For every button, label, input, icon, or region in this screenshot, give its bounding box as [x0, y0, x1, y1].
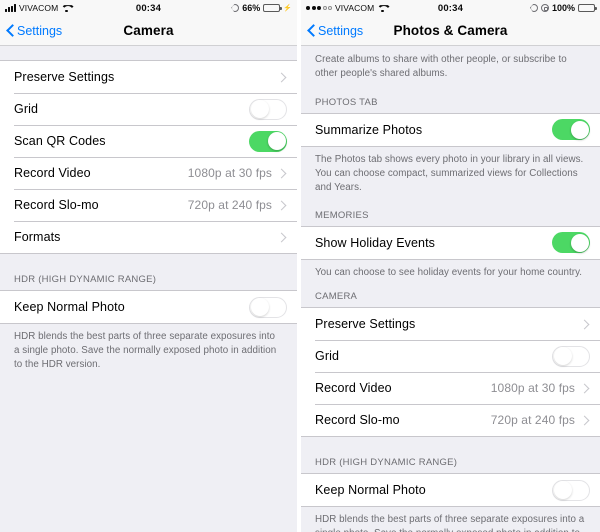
row-value: 720p at 240 fps	[490, 413, 575, 428]
keep-normal-photo-toggle[interactable]	[552, 479, 590, 501]
right-status-right: 100%	[451, 3, 597, 13]
memories-footnote: You can choose to see holiday events for…	[315, 266, 583, 278]
row-label: Preserve Settings	[14, 70, 115, 84]
left-status-right: 66% ⚡	[149, 3, 292, 13]
back-button[interactable]: Settings	[0, 24, 62, 38]
left-content: Preserve Settings Grid Scan QR Codes Rec…	[0, 46, 297, 532]
battery-icon	[263, 4, 282, 12]
row-record-video[interactable]: Record Video 1080p at 30 fps	[301, 372, 600, 405]
grid-toggle[interactable]	[249, 98, 287, 120]
row-label: Keep Normal Photo	[315, 483, 426, 498]
row-keep-normal-photo[interactable]: Keep Normal Photo	[0, 291, 297, 323]
shared-albums-footnote: Create albums to share with other people…	[315, 54, 567, 79]
left-nav-bar: Settings Camera	[0, 16, 297, 46]
row-record-slo-mo[interactable]: Record Slo-mo 720p at 240 fps	[0, 189, 297, 221]
row-label: Grid	[14, 102, 39, 116]
hdr-footnote: HDR blends the best parts of three separ…	[14, 331, 277, 370]
camera-group: Preserve Settings Grid Record Video 1080…	[301, 307, 600, 438]
battery-percent-label: 100%	[551, 3, 575, 13]
row-value: 720p at 240 fps	[187, 198, 272, 212]
section-header-hdr: HDR (HIGH DYNAMIC RANGE)	[14, 274, 157, 285]
row-value: 1080p at 30 fps	[187, 166, 272, 180]
back-button-label: Settings	[17, 23, 63, 38]
battery-icon	[578, 4, 597, 12]
row-keep-normal-photo[interactable]: Keep Normal Photo	[301, 474, 600, 507]
hdr-group: Keep Normal Photo	[0, 290, 297, 324]
top-spacer	[0, 46, 297, 60]
row-record-video[interactable]: Record Video 1080p at 30 fps	[0, 157, 297, 189]
row-label: Summarize Photos	[315, 122, 423, 137]
right-phone-screen: VIVACOM 00:34 100% Settings Photos & Cam…	[301, 0, 600, 532]
chevron-left-icon	[6, 24, 14, 37]
grid-toggle[interactable]	[552, 345, 590, 367]
row-label: Formats	[14, 230, 61, 244]
section-header-hdr: HDR (HIGH DYNAMIC RANGE)	[315, 457, 458, 469]
chevron-right-icon	[276, 72, 287, 82]
camera-settings-group: Preserve Settings Grid Scan QR Codes Rec…	[0, 60, 297, 254]
alarm-clock-icon	[540, 4, 549, 12]
row-label: Record Video	[14, 166, 91, 180]
chevron-left-icon	[307, 24, 315, 37]
photos-tab-group: Summarize Photos	[301, 112, 600, 147]
dual-screenshot-stage: VIVACOM 00:34 66% ⚡ Settings Camera Pres…	[0, 0, 600, 532]
row-label: Record Slo-mo	[14, 198, 99, 212]
chevron-right-icon	[579, 383, 590, 394]
lightning-bolt-icon: ⚡	[283, 5, 292, 12]
chevron-right-icon	[579, 319, 590, 330]
scan-qr-codes-toggle[interactable]	[249, 130, 287, 152]
photos-tab-footnote: The Photos tab shows every photo in your…	[315, 153, 584, 193]
chevron-right-icon	[276, 168, 287, 178]
row-record-slo-mo[interactable]: Record Slo-mo 720p at 240 fps	[301, 404, 600, 437]
chevron-right-icon	[276, 232, 287, 242]
row-value: 1080p at 30 fps	[490, 381, 575, 396]
memories-group: Show Holiday Events	[301, 225, 600, 260]
left-status-bar: VIVACOM 00:34 66% ⚡	[0, 0, 297, 16]
summarize-photos-toggle[interactable]	[552, 119, 590, 141]
chevron-right-icon	[276, 200, 287, 210]
section-header-photos-tab: PHOTOS TAB	[315, 96, 378, 108]
chevron-right-icon	[579, 415, 590, 426]
row-label: Scan QR Codes	[14, 134, 106, 148]
row-formats[interactable]: Formats	[0, 221, 297, 253]
rotation-lock-icon	[231, 4, 239, 12]
section-header-memories: MEMORIES	[315, 209, 369, 221]
section-header-camera: CAMERA	[315, 291, 358, 303]
row-grid[interactable]: Grid	[301, 340, 600, 373]
row-show-holiday-events[interactable]: Show Holiday Events	[301, 226, 600, 259]
back-button[interactable]: Settings	[301, 24, 363, 38]
hdr-footnote: HDR blends the best parts of three separ…	[315, 514, 585, 532]
row-label: Preserve Settings	[315, 317, 416, 332]
keep-normal-photo-toggle[interactable]	[249, 296, 287, 318]
row-preserve-settings[interactable]: Preserve Settings	[0, 61, 297, 93]
show-holiday-events-toggle[interactable]	[552, 232, 590, 254]
row-summarize-photos[interactable]: Summarize Photos	[301, 113, 600, 146]
row-scan-qr-codes[interactable]: Scan QR Codes	[0, 125, 297, 157]
right-status-bar: VIVACOM 00:34 100%	[301, 0, 600, 16]
row-label: Keep Normal Photo	[14, 300, 125, 314]
right-content: Create albums to share with other people…	[301, 46, 600, 532]
row-label: Grid	[315, 349, 340, 364]
hdr-group: Keep Normal Photo	[301, 473, 600, 508]
row-preserve-settings[interactable]: Preserve Settings	[301, 308, 600, 341]
back-button-label: Settings	[318, 23, 364, 38]
row-label: Record Video	[315, 381, 392, 396]
rotation-lock-icon	[530, 4, 538, 12]
row-label: Record Slo-mo	[315, 413, 400, 428]
battery-percent-label: 66%	[242, 3, 261, 13]
row-grid[interactable]: Grid	[0, 93, 297, 125]
right-nav-bar: Settings Photos & Camera	[301, 16, 600, 46]
left-phone-screen: VIVACOM 00:34 66% ⚡ Settings Camera Pres…	[0, 0, 297, 532]
row-label: Show Holiday Events	[315, 235, 436, 250]
